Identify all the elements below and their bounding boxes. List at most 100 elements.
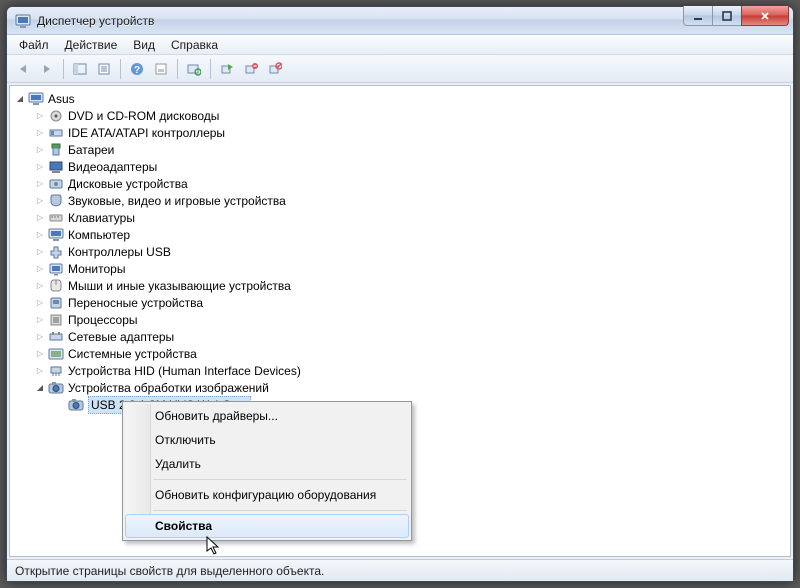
tree-root[interactable]: ◢ Asus (12, 90, 788, 107)
menubar: Файл Действие Вид Справка (7, 35, 793, 55)
tree-category-label: Компьютер (68, 227, 130, 243)
tree-category-label: Сетевые адаптеры (68, 329, 174, 345)
expander-closed-icon[interactable]: ▷ (34, 331, 46, 343)
expander-closed-icon[interactable]: ▷ (34, 127, 46, 139)
device-category-icon (48, 142, 64, 158)
menu-action[interactable]: Действие (57, 36, 126, 54)
tree-category-label: Мониторы (68, 261, 125, 277)
expander-closed-icon[interactable]: ▷ (34, 229, 46, 241)
device-category-icon (48, 193, 64, 209)
tree-category[interactable]: ▷ Системные устройства (12, 345, 788, 362)
device-category-icon (48, 244, 64, 260)
tree-category-imaging-label: Устройства обработки изображений (68, 380, 269, 396)
tree-category[interactable]: ▷ Контроллеры USB (12, 243, 788, 260)
tree-category-imaging[interactable]: ◢ Устройства обработки изображений (12, 379, 788, 396)
tree-category[interactable]: ▷ Мониторы (12, 260, 788, 277)
expander-closed-icon[interactable]: ▷ (34, 161, 46, 173)
tree-category[interactable]: ▷ Дисковые устройства (12, 175, 788, 192)
device-category-icon (48, 295, 64, 311)
tree-category[interactable]: ▷ Устройства HID (Human Interface Devices… (12, 362, 788, 379)
statusbar-text: Открытие страницы свойств для выделенног… (15, 564, 324, 578)
expander-closed-icon[interactable]: ▷ (34, 280, 46, 292)
tree-category-label: Устройства HID (Human Interface Devices) (68, 363, 301, 379)
expander-closed-icon[interactable]: ▷ (34, 246, 46, 258)
device-category-icon (48, 227, 64, 243)
tree-category[interactable]: ▷Клавиатуры (12, 209, 788, 226)
menu-view[interactable]: Вид (125, 36, 163, 54)
tree-category-label: Мыши и иные указывающие устройства (68, 278, 291, 294)
close-button[interactable] (741, 6, 789, 26)
tree-category-label: Системные устройства (68, 346, 197, 362)
ctx-scan-hardware[interactable]: Обновить конфигурацию оборудования (125, 483, 409, 507)
device-category-icon (48, 363, 64, 379)
statusbar: Открытие страницы свойств для выделенног… (7, 559, 793, 581)
tree-root-label: Asus (48, 91, 75, 107)
expander-closed-icon[interactable]: ▷ (34, 297, 46, 309)
app-icon (15, 13, 31, 29)
device-category-icon (48, 346, 64, 362)
expander-closed-icon[interactable]: ▷ (34, 195, 46, 207)
minimize-button[interactable] (683, 6, 713, 26)
window-title: Диспетчер устройств (37, 14, 154, 28)
tree-category[interactable]: ▷ Компьютер (12, 226, 788, 243)
tree-category[interactable]: ▷ Мыши и иные указывающие устройства (12, 277, 788, 294)
ctx-properties[interactable]: Свойства (125, 514, 409, 538)
computer-icon (28, 91, 44, 107)
window-buttons (684, 6, 789, 26)
device-tree-pane[interactable]: ◢ Asus ▷DVD и CD-ROM дисководы▷IDE ATA/A… (9, 85, 791, 557)
update-driver-button[interactable] (216, 58, 238, 80)
tree-category[interactable]: ▷ Сетевые адаптеры (12, 328, 788, 345)
menu-file[interactable]: Файл (11, 36, 57, 54)
menu-help[interactable]: Справка (163, 36, 226, 54)
tree-category-label: Звуковые, видео и игровые устройства (68, 193, 286, 209)
device-manager-window: Диспетчер устройств Файл Действие Вид Сп… (6, 6, 794, 582)
device-category-icon (48, 210, 64, 226)
properties-button[interactable] (93, 58, 115, 80)
forward-button[interactable] (36, 58, 58, 80)
device-category-icon (48, 261, 64, 277)
tree-category[interactable]: ▷ Звуковые, видео и игровые устройства (12, 192, 788, 209)
svg-text:?: ? (134, 65, 140, 76)
tree-category[interactable]: ▷ IDE ATA/ATAPI контроллеры (12, 124, 788, 141)
tree-category-label: Переносные устройства (68, 295, 203, 311)
uninstall-button[interactable] (240, 58, 262, 80)
tree-category[interactable]: ▷Процессоры (12, 311, 788, 328)
device-category-icon (48, 108, 64, 124)
expander-closed-icon[interactable]: ▷ (34, 348, 46, 360)
expander-open-icon[interactable]: ◢ (14, 93, 26, 105)
imaging-icon (48, 380, 64, 396)
device-category-icon (48, 176, 64, 192)
help-button[interactable]: ? (126, 58, 148, 80)
options-button[interactable] (150, 58, 172, 80)
ctx-disable[interactable]: Отключить (125, 428, 409, 452)
tree-category-label: IDE ATA/ATAPI контроллеры (68, 125, 225, 141)
show-hidden-button[interactable] (69, 58, 91, 80)
toolbar: ? (7, 55, 793, 83)
titlebar[interactable]: Диспетчер устройств (7, 7, 793, 35)
tree-category[interactable]: ▷Батареи (12, 141, 788, 158)
ctx-update-drivers[interactable]: Обновить драйверы... (125, 404, 409, 428)
expander-closed-icon[interactable]: ▷ (34, 263, 46, 275)
expander-open-icon[interactable]: ◢ (34, 382, 46, 394)
maximize-button[interactable] (712, 6, 742, 26)
disable-button[interactable] (264, 58, 286, 80)
expander-closed-icon[interactable]: ▷ (34, 178, 46, 190)
expander-closed-icon[interactable]: ▷ (34, 212, 46, 224)
device-tree[interactable]: ◢ Asus ▷DVD и CD-ROM дисководы▷IDE ATA/A… (10, 86, 790, 417)
device-category-icon (48, 329, 64, 345)
expander-closed-icon[interactable]: ▷ (34, 144, 46, 156)
tree-category-label: Дисковые устройства (68, 176, 188, 192)
tree-category-label: Видеоадаптеры (68, 159, 157, 175)
device-category-icon (48, 312, 64, 328)
tree-category-label: Контроллеры USB (68, 244, 171, 260)
ctx-uninstall[interactable]: Удалить (125, 452, 409, 476)
expander-closed-icon[interactable]: ▷ (34, 365, 46, 377)
tree-category[interactable]: ▷DVD и CD-ROM дисководы (12, 107, 788, 124)
expander-closed-icon[interactable]: ▷ (34, 314, 46, 326)
device-category-icon (48, 125, 64, 141)
tree-category[interactable]: ▷ Видеоадаптеры (12, 158, 788, 175)
tree-category[interactable]: ▷ Переносные устройства (12, 294, 788, 311)
scan-button[interactable] (183, 58, 205, 80)
expander-closed-icon[interactable]: ▷ (34, 110, 46, 122)
back-button[interactable] (12, 58, 34, 80)
